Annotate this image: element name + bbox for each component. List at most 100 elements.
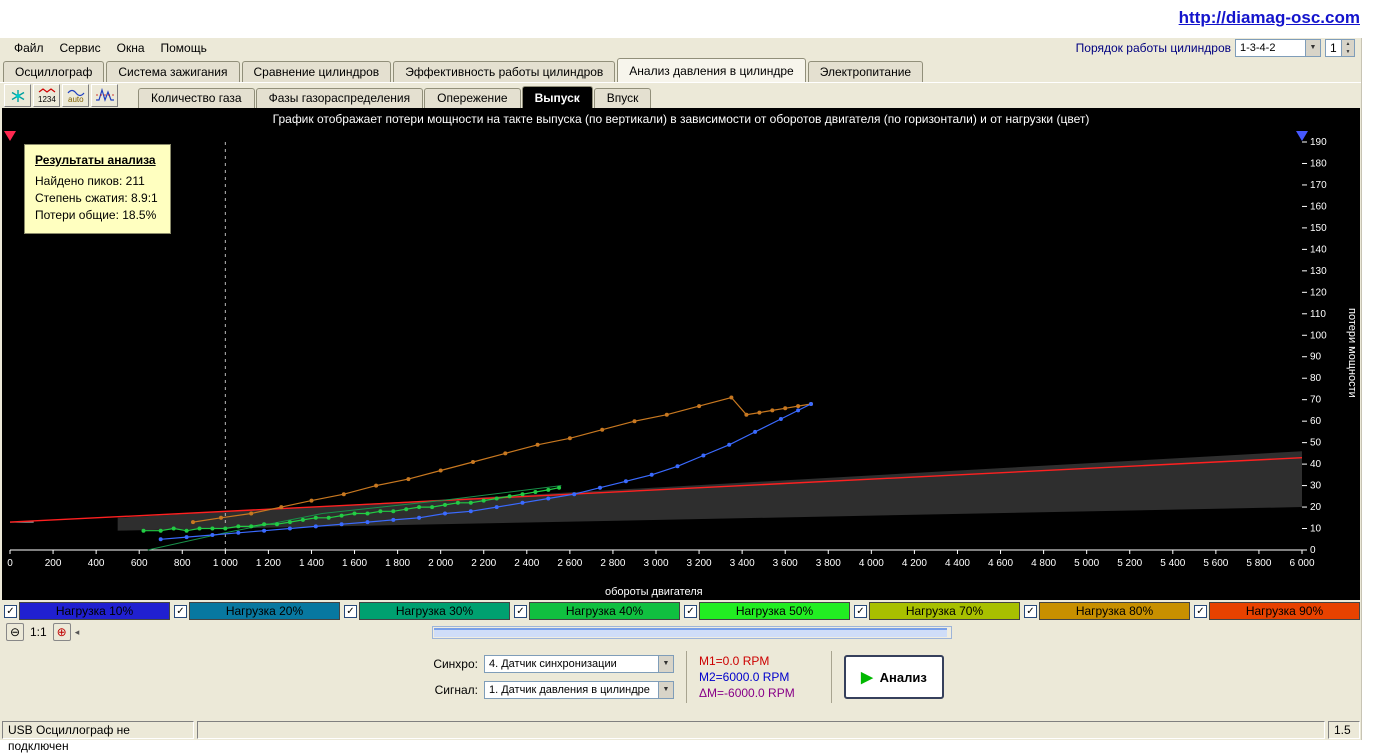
menu-item-1[interactable]: Сервис — [52, 39, 109, 57]
chart-area[interactable]: График отображает потери мощности на так… — [2, 108, 1360, 600]
gas-sensor-icon-button[interactable] — [4, 84, 31, 107]
svg-text:5 800: 5 800 — [1246, 558, 1271, 569]
svg-text:180: 180 — [1310, 158, 1327, 169]
status-bar: USB Осциллограф не подключен 1.5 — [0, 720, 1362, 740]
main-tab-0[interactable]: Осциллограф — [3, 61, 104, 82]
delta-m-readout: ΔM=-6000.0 RPM — [699, 685, 819, 701]
sync-select[interactable]: 4. Датчик синхронизации ▼ — [484, 655, 674, 673]
sync-value: 4. Датчик синхронизации — [489, 658, 617, 670]
legend-checkbox-4[interactable] — [684, 605, 697, 618]
waveform-icon — [95, 87, 115, 104]
legend-checkbox-5[interactable] — [854, 605, 867, 618]
svg-text:80: 80 — [1310, 373, 1322, 384]
legend-color-bar-0[interactable]: Нагрузка 10% — [19, 602, 170, 620]
legend-color-bar-4[interactable]: Нагрузка 50% — [699, 602, 850, 620]
legend-item-7[interactable]: Нагрузка 90% — [1192, 601, 1360, 621]
zoom-in-button[interactable]: ⊕ — [53, 623, 71, 641]
cylinder-number-spinner[interactable]: 1 ▲ ▼ — [1325, 39, 1355, 57]
legend-color-bar-3[interactable]: Нагрузка 40% — [529, 602, 680, 620]
legend-color-bar-5[interactable]: Нагрузка 70% — [869, 602, 1020, 620]
sub-tab-3[interactable]: Выпуск — [522, 86, 593, 108]
legend-color-bar-7[interactable]: Нагрузка 90% — [1209, 602, 1360, 620]
divider — [686, 651, 687, 703]
menu-item-3[interactable]: Помощь — [153, 39, 215, 57]
auto-scale-icon: auto — [66, 87, 86, 104]
legend-checkbox-6[interactable] — [1024, 605, 1037, 618]
svg-text:6 000: 6 000 — [1289, 558, 1314, 569]
svg-text:160: 160 — [1310, 201, 1327, 212]
main-tab-5[interactable]: Электропитание — [808, 61, 923, 82]
chevron-down-icon[interactable]: ▼ — [1305, 40, 1320, 56]
legend-item-6[interactable]: Нагрузка 80% — [1022, 601, 1190, 621]
legend-checkbox-0[interactable] — [4, 605, 17, 618]
svg-text:4 000: 4 000 — [859, 558, 884, 569]
svg-text:400: 400 — [88, 558, 105, 569]
waveform-icon-button[interactable] — [91, 84, 118, 107]
analyze-button[interactable]: ▶ Анализ — [844, 655, 944, 699]
sub-tab-1[interactable]: Фазы газораспределения — [256, 88, 424, 108]
legend-row: Нагрузка 10% Нагрузка 20% Нагрузка 30% Нагр… — [2, 601, 1360, 621]
legend-checkbox-2[interactable] — [344, 605, 357, 618]
scrollbar-thumb[interactable] — [434, 628, 947, 637]
svg-text:130: 130 — [1310, 266, 1327, 277]
scroll-left-arrow-icon[interactable]: ◂ — [75, 627, 80, 638]
svg-text:50: 50 — [1310, 438, 1322, 449]
sub-tab-4[interactable]: Впуск — [594, 88, 652, 108]
legend-item-5[interactable]: Нагрузка 70% — [852, 601, 1020, 621]
horizontal-scrollbar[interactable] — [432, 626, 952, 639]
legend-item-4[interactable]: Нагрузка 50% — [682, 601, 850, 621]
legend-item-1[interactable]: Нагрузка 20% — [172, 601, 340, 621]
m1-readout: M1=0.0 RPM — [699, 653, 819, 669]
menu-bar: ФайлСервисОкнаПомощь Порядок работы цили… — [0, 38, 1361, 58]
menu-item-2[interactable]: Окна — [109, 39, 153, 57]
legend-item-3[interactable]: Нагрузка 40% — [512, 601, 680, 621]
svg-text:3 800: 3 800 — [816, 558, 841, 569]
legend-item-0[interactable]: Нагрузка 10% — [2, 601, 170, 621]
main-tab-3[interactable]: Эффективность работы цилиндров — [393, 61, 615, 82]
spinner-down-icon[interactable]: ▼ — [1341, 48, 1354, 56]
cylinder-order-group: Порядок работы цилиндров 1-3-4-2 ▼ 1 ▲ ▼ — [1076, 39, 1355, 57]
legend-checkbox-3[interactable] — [514, 605, 527, 618]
main-tab-2[interactable]: Сравнение цилиндров — [242, 61, 392, 82]
svg-text:190: 190 — [1310, 137, 1327, 148]
svg-text:3 200: 3 200 — [687, 558, 712, 569]
svg-text:5 400: 5 400 — [1160, 558, 1185, 569]
signal-select[interactable]: 1. Датчик давления в цилиндре ▼ — [484, 681, 674, 699]
legend-checkbox-7[interactable] — [1194, 605, 1207, 618]
svg-text:100: 100 — [1310, 330, 1327, 341]
svg-text:5 600: 5 600 — [1203, 558, 1228, 569]
chevron-down-icon[interactable]: ▼ — [658, 682, 673, 698]
legend-color-bar-6[interactable]: Нагрузка 80% — [1039, 602, 1190, 620]
legend-color-bar-1[interactable]: Нагрузка 20% — [189, 602, 340, 620]
menu-item-0[interactable]: Файл — [6, 39, 52, 57]
cylinder-order-1234-icon-button[interactable]: 1234 — [33, 84, 60, 107]
auto-scale-icon-button[interactable]: auto — [62, 84, 89, 107]
y-axis-label: потери мощности — [1346, 308, 1358, 398]
svg-text:4 200: 4 200 — [902, 558, 927, 569]
svg-text:150: 150 — [1310, 223, 1327, 234]
zoom-out-button[interactable]: ⊖ — [6, 623, 24, 641]
legend-checkbox-1[interactable] — [174, 605, 187, 618]
svg-text:0: 0 — [1310, 545, 1316, 556]
sub-tab-2[interactable]: Опережение — [424, 88, 520, 108]
svg-text:5 200: 5 200 — [1117, 558, 1142, 569]
chart-title: График отображает потери мощности на так… — [2, 112, 1360, 126]
chevron-down-icon[interactable]: ▼ — [658, 656, 673, 672]
svg-text:3 600: 3 600 — [773, 558, 798, 569]
main-tab-4[interactable]: Анализ давления в цилиндре — [617, 58, 805, 82]
spinner-up-icon[interactable]: ▲ — [1341, 40, 1354, 48]
svg-text:170: 170 — [1310, 180, 1327, 191]
legend-color-bar-2[interactable]: Нагрузка 30% — [359, 602, 510, 620]
cylinder-order-select[interactable]: 1-3-4-2 ▼ — [1235, 39, 1321, 57]
plot-canvas[interactable]: 02004006008001 0001 2001 4001 6001 8002 … — [2, 130, 1360, 576]
main-tab-1[interactable]: Система зажигания — [106, 61, 239, 82]
sub-tab-0[interactable]: Количество газа — [138, 88, 255, 108]
svg-text:800: 800 — [174, 558, 191, 569]
svg-text:2 200: 2 200 — [471, 558, 496, 569]
legend-item-2[interactable]: Нагрузка 30% — [342, 601, 510, 621]
signal-label: Сигнал: — [430, 683, 478, 697]
analysis-results-box: Результаты анализа Найдено пиков: 211 Ст… — [24, 144, 171, 234]
svg-text:2 800: 2 800 — [600, 558, 625, 569]
m1-cursor-icon — [4, 131, 16, 141]
site-url[interactable]: http://diamag-osc.com — [1179, 8, 1360, 28]
